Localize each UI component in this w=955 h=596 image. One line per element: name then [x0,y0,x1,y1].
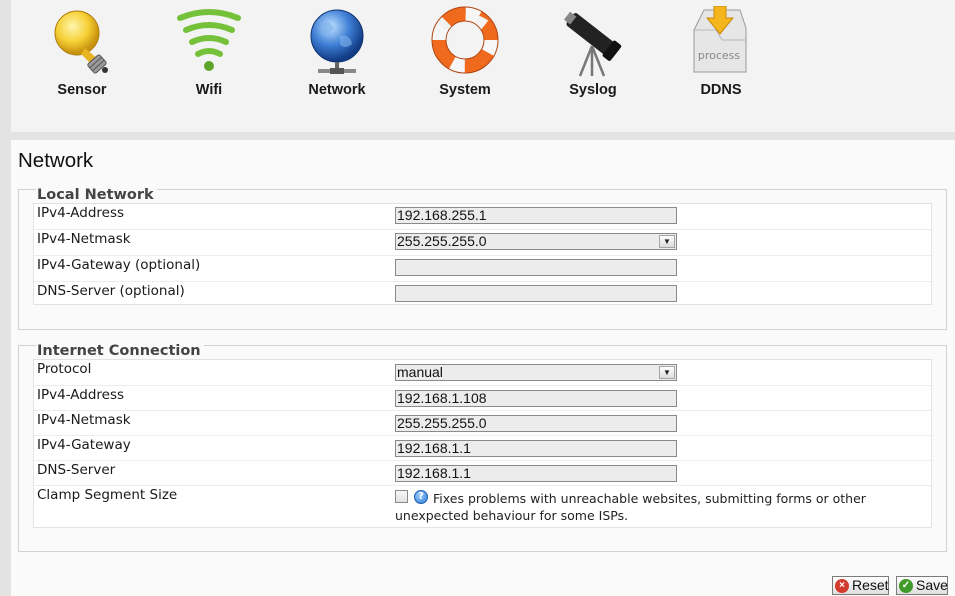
reset-icon: × [835,579,849,593]
lightbulb-icon [54,10,108,74]
clamp-segment-size-help: Fixes problems with unreachable websites… [395,491,866,523]
chevron-down-icon[interactable]: ▼ [659,366,675,379]
chevron-down-icon[interactable]: ▼ [659,235,675,248]
process-icon: process [693,6,747,73]
ipv4-address-label: IPv4-Address [37,205,125,221]
wan-ipv4-address-label: IPv4-Address [37,387,125,403]
form-row-ipv4-netmask: IPv4-Netmask 255.255.255.0 ▼ [34,229,931,255]
form-row-ipv4-gateway: IPv4-Gateway (optional) [34,255,931,281]
internet-connection-legend: Internet Connection [36,343,204,359]
ipv4-netmask-label: IPv4-Netmask [37,231,131,247]
protocol-value: manual [397,364,443,380]
page-title: Network [18,149,94,172]
main-content: Network Local Network IPv4-Address 192.1… [11,140,955,596]
local-network-section: Local Network IPv4-Address 192.168.255.1… [18,187,947,330]
wan-ipv4-netmask-label: IPv4-Netmask [37,412,131,428]
form-row-wan-ipv4-address: IPv4-Address 192.168.1.108 [34,385,931,410]
nav-item-ddns[interactable]: process DDNS [671,0,771,110]
form-row-clamp-segment-size: Clamp Segment Size ? Fixes problems with… [34,485,931,527]
nav-item-wifi[interactable]: Wifi [159,0,259,110]
form-row-wan-ipv4-gateway: IPv4-Gateway 192.168.1.1 [34,435,931,460]
wan-ipv4-gateway-input[interactable]: 192.168.1.1 [395,440,677,457]
internet-connection-section: Internet Connection Protocol manual ▼ IP… [18,343,947,552]
wan-ipv4-netmask-input[interactable]: 255.255.255.0 [395,415,677,432]
local-network-legend: Local Network [36,187,157,203]
form-row-protocol: Protocol manual ▼ [34,360,931,385]
nav-label-syslog: Syslog [569,82,617,98]
clamp-segment-size-label: Clamp Segment Size [37,487,178,503]
nav-label-system: System [439,82,491,98]
save-button-label: Save [916,577,948,593]
reset-button-label: Reset [852,577,889,593]
nav-label-wifi: Wifi [195,82,223,98]
save-icon: ✓ [899,579,913,593]
dns-server-label: DNS-Server (optional) [37,283,185,299]
wan-ipv4-gateway-label: IPv4-Gateway [37,437,131,453]
nav-item-system[interactable]: System [415,0,515,110]
local-ipv4-gateway-input[interactable] [395,259,677,276]
ipv4-gateway-label: IPv4-Gateway (optional) [37,257,201,273]
local-dns-server-input[interactable] [395,285,677,302]
form-row-wan-ipv4-netmask: IPv4-Netmask 255.255.255.0 [34,410,931,435]
top-navigation: Sensor Wifi Network System Syslog proces… [11,0,955,132]
form-row-dns-server: DNS-Server (optional) [34,281,931,306]
nav-item-sensor[interactable]: Sensor [32,0,132,110]
protocol-select[interactable]: manual ▼ [395,364,677,381]
nav-item-syslog[interactable]: Syslog [543,0,643,110]
local-ipv4-address-input[interactable]: 192.168.255.1 [395,207,677,224]
form-row-ipv4-address: IPv4-Address 192.168.255.1 [34,204,931,229]
local-ipv4-netmask-value: 255.255.255.0 [397,233,487,249]
wifi-icon [177,9,241,71]
form-row-wan-dns-server: DNS-Server 192.168.1.1 [34,460,931,485]
telescope-icon [563,11,622,77]
nav-label-ddns: DDNS [700,82,742,98]
wan-dns-server-input[interactable]: 192.168.1.1 [395,465,677,482]
nav-label-sensor: Sensor [57,82,107,98]
protocol-label: Protocol [37,361,92,377]
globe-network-icon [310,9,364,74]
save-button[interactable]: ✓ Save [896,576,948,595]
lifebuoy-icon [431,6,499,74]
reset-button[interactable]: × Reset [832,576,889,595]
nav-item-network[interactable]: Network [287,0,387,110]
local-network-rows: IPv4-Address 192.168.255.1 IPv4-Netmask … [33,203,932,305]
internet-connection-rows: Protocol manual ▼ IPv4-Address 192.168.1… [33,359,932,528]
wan-dns-server-label: DNS-Server [37,462,116,478]
wan-ipv4-address-input[interactable]: 192.168.1.108 [395,390,677,407]
local-ipv4-netmask-select[interactable]: 255.255.255.0 ▼ [395,233,677,250]
nav-label-network: Network [308,82,366,98]
process-icon-text: process [698,49,741,62]
